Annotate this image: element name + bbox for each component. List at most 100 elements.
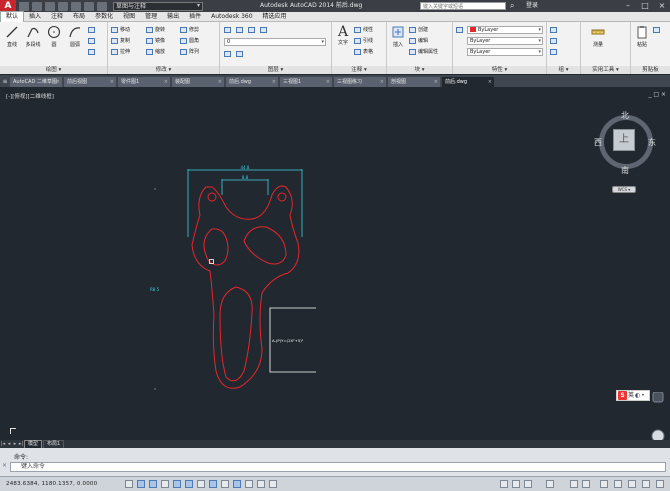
paste-button[interactable]: 粘贴	[633, 25, 651, 48]
edit-attributes-button[interactable]: 编辑属性	[409, 48, 438, 56]
group-edit-icon[interactable]	[550, 48, 559, 56]
panel-clipboard-title[interactable]: 剪贴板	[631, 66, 670, 74]
layer-freeze-icon[interactable]	[260, 26, 269, 34]
insert-block-button[interactable]: 插入	[389, 25, 407, 48]
signin-button[interactable]: 登录	[526, 0, 538, 12]
layer-previous-icon[interactable]	[236, 50, 245, 58]
panel-layers-title[interactable]: 图层 ▾	[220, 66, 331, 74]
compass-east[interactable]: 东	[648, 137, 656, 148]
tab-featured-apps[interactable]: 精选应用	[258, 12, 292, 22]
file-tab[interactable]: AutoCAD 二维草图	[10, 77, 62, 87]
hardware-acceleration-icon[interactable]	[600, 480, 608, 488]
file-tab[interactable]: 前后.dwg	[226, 77, 278, 87]
dynamic-input-icon[interactable]	[233, 480, 241, 488]
panel-annotation-title[interactable]: 注释 ▾	[332, 66, 386, 74]
layer-off-icon[interactable]	[248, 26, 257, 34]
transparency-icon[interactable]	[257, 480, 265, 488]
ortho-mode-icon[interactable]	[161, 480, 169, 488]
grid-display-icon[interactable]	[149, 480, 157, 488]
measure-button[interactable]: 测量	[589, 25, 607, 48]
tab-home[interactable]: 默认	[0, 11, 25, 22]
table-button[interactable]: 表格	[354, 48, 373, 56]
panel-utilities-title[interactable]: 实用工具 ▾	[581, 66, 630, 74]
tab-output[interactable]: 输出	[162, 12, 184, 22]
object-snap-icon[interactable]	[185, 480, 193, 488]
compass-west[interactable]: 西	[594, 137, 602, 148]
edit-block-button[interactable]: 编辑	[409, 37, 428, 45]
leader-button[interactable]: 引线	[354, 37, 373, 45]
close-icon[interactable]: ×	[654, 0, 670, 12]
tab-manage[interactable]: 管理	[140, 12, 162, 22]
dimension-inner[interactable]	[221, 179, 269, 195]
color-select[interactable]: ByLayer	[467, 26, 543, 34]
status-menu-icon[interactable]	[656, 480, 664, 488]
linetype-select[interactable]: ByLayer	[467, 37, 543, 45]
layer-state-icon[interactable]	[236, 26, 245, 34]
model-space-icon[interactable]	[500, 480, 508, 488]
annotation-scale-icon[interactable]	[546, 480, 554, 488]
osnap-tracking-icon[interactable]	[209, 480, 217, 488]
file-tab[interactable]: 剖视图	[388, 77, 440, 87]
layer-match-icon[interactable]	[224, 50, 233, 58]
move-button[interactable]: 移动	[111, 26, 130, 34]
redo-icon[interactable]	[97, 1, 107, 11]
region-icon[interactable]	[88, 48, 97, 56]
compass-north[interactable]: 北	[621, 110, 629, 121]
line-button[interactable]: 直线	[3, 25, 21, 48]
file-tab-active[interactable]: 前后.dwg	[442, 77, 494, 87]
copy-clip-icon[interactable]	[653, 26, 662, 34]
trim-button[interactable]: 修剪	[180, 26, 199, 34]
file-tab[interactable]: 前后视图	[64, 77, 116, 87]
search-icon[interactable]: ⌕	[510, 1, 514, 11]
file-tab[interactable]: 零件图1	[118, 77, 170, 87]
quick-view-drawings-icon[interactable]	[524, 480, 532, 488]
viewcube[interactable]: 上 北 南 东 西	[594, 110, 656, 176]
tab-plugins[interactable]: 插件	[184, 12, 206, 22]
polar-tracking-icon[interactable]	[173, 480, 181, 488]
file-tab-menu-icon[interactable]: ≡	[0, 77, 10, 87]
rotate-button[interactable]: 旋转	[146, 26, 165, 34]
arc-button[interactable]: 圆弧	[66, 25, 84, 48]
compass-south[interactable]: 南	[621, 165, 629, 176]
scale-button[interactable]: 缩放	[146, 48, 165, 56]
tab-insert[interactable]: 插入	[24, 12, 46, 22]
tab-view[interactable]: 视图	[118, 12, 140, 22]
open-icon[interactable]	[32, 1, 42, 11]
minimize-icon[interactable]: –	[620, 0, 636, 12]
ungroup-icon[interactable]	[550, 37, 559, 45]
lineweight-select[interactable]: ByLayer	[467, 48, 543, 56]
array-button[interactable]: 阵列	[180, 48, 199, 56]
lock-icon[interactable]	[582, 480, 590, 488]
tab-layout[interactable]: 布局	[68, 12, 90, 22]
mirror-button[interactable]: 镜像	[146, 37, 165, 45]
file-tab[interactable]: 三视图1	[280, 77, 332, 87]
hatch-icon[interactable]	[88, 37, 97, 45]
nav-pan-icon[interactable]	[652, 392, 664, 403]
drawing-geometry[interactable]: 44.8 8.8 R8.5 A-(P)Y=(2X²+5)²	[0, 87, 670, 440]
ime-indicator[interactable]: S 英 ◐ •	[616, 390, 650, 401]
tab-autodesk360[interactable]: Autodesk 360	[206, 12, 257, 22]
coordinate-readout[interactable]: 2483.6384, 1180.1357, 0.0000	[6, 481, 97, 487]
wcs-menu-button[interactable]: WCS ▾	[612, 186, 636, 193]
linear-dim-button[interactable]: 线性	[354, 26, 373, 34]
new-icon[interactable]	[19, 1, 29, 11]
undo-icon[interactable]	[84, 1, 94, 11]
command-input[interactable]: 键入命令	[10, 462, 666, 472]
rectangle-icon[interactable]	[88, 26, 97, 34]
match-properties-icon[interactable]	[456, 26, 465, 34]
copy-button[interactable]: 复制	[111, 37, 130, 45]
infer-constraints-icon[interactable]	[125, 480, 133, 488]
workspace-select[interactable]: 草图与注释	[113, 1, 203, 11]
command-close-icon[interactable]: ×	[2, 462, 7, 469]
quick-view-layouts-icon[interactable]	[512, 480, 520, 488]
workspace-switch-icon[interactable]	[570, 480, 578, 488]
isolate-objects-icon[interactable]	[614, 480, 622, 488]
layer-properties-icon[interactable]	[224, 26, 233, 34]
tab-annotate[interactable]: 注释	[46, 12, 68, 22]
quick-properties-icon[interactable]	[269, 480, 277, 488]
circle-button[interactable]: 圆	[45, 25, 63, 48]
panel-block-title[interactable]: 块 ▾	[387, 66, 452, 74]
file-tab[interactable]: 装配图	[172, 77, 224, 87]
plot-icon[interactable]	[71, 1, 81, 11]
fillet-button[interactable]: 圆角	[180, 37, 199, 45]
